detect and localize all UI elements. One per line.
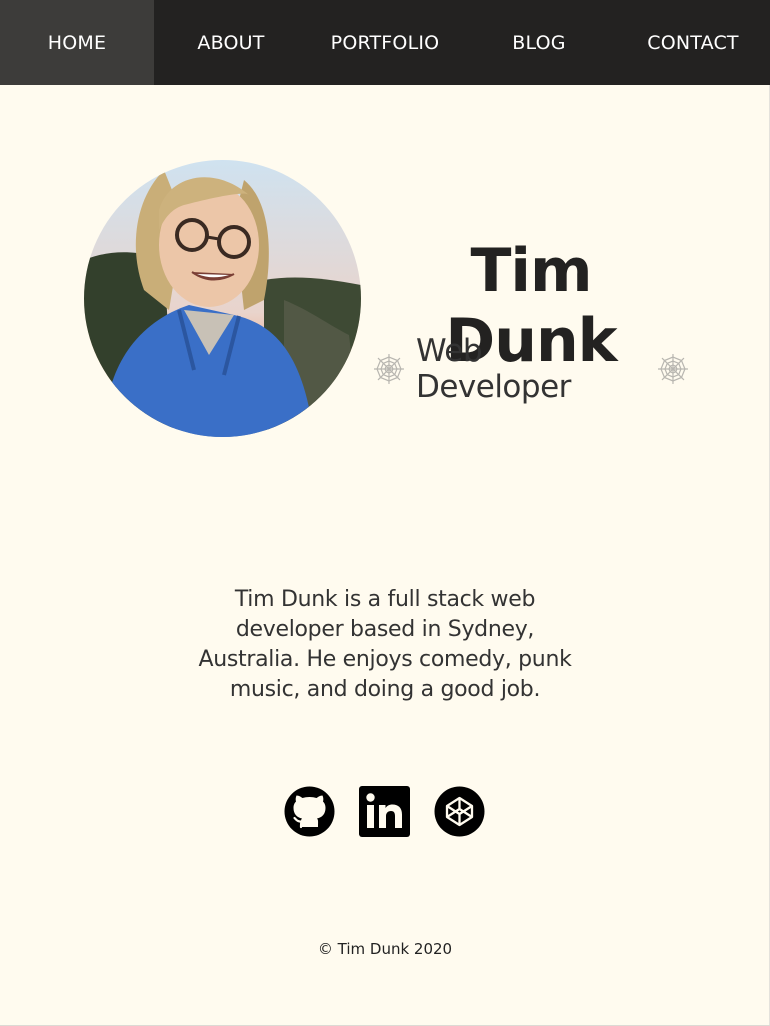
spider-web-icon (658, 354, 688, 384)
top-navigation: HOME ABOUT PORTFOLIO BLOG CONTACT (0, 0, 770, 85)
profile-photo (84, 160, 361, 437)
bio-text: Tim Dunk is a full stack web developer b… (198, 587, 572, 702)
social-links (284, 786, 485, 837)
profile-photo-illustration (84, 160, 361, 437)
nav-home[interactable]: HOME (0, 0, 154, 85)
hero-role: Web Developer (372, 333, 690, 405)
github-icon[interactable] (284, 786, 335, 837)
nav-about[interactable]: ABOUT (154, 0, 308, 85)
hero-role-label: Web Developer (415, 333, 571, 405)
nav-blog[interactable]: BLOG (462, 0, 616, 85)
spider-web-icon (373, 354, 404, 384)
footer-copyright: © Tim Dunk 2020 (317, 940, 453, 958)
codepen-icon[interactable] (434, 786, 485, 837)
linkedin-icon[interactable] (359, 786, 410, 837)
nav-contact[interactable]: CONTACT (616, 0, 770, 85)
nav-portfolio[interactable]: PORTFOLIO (308, 0, 462, 85)
